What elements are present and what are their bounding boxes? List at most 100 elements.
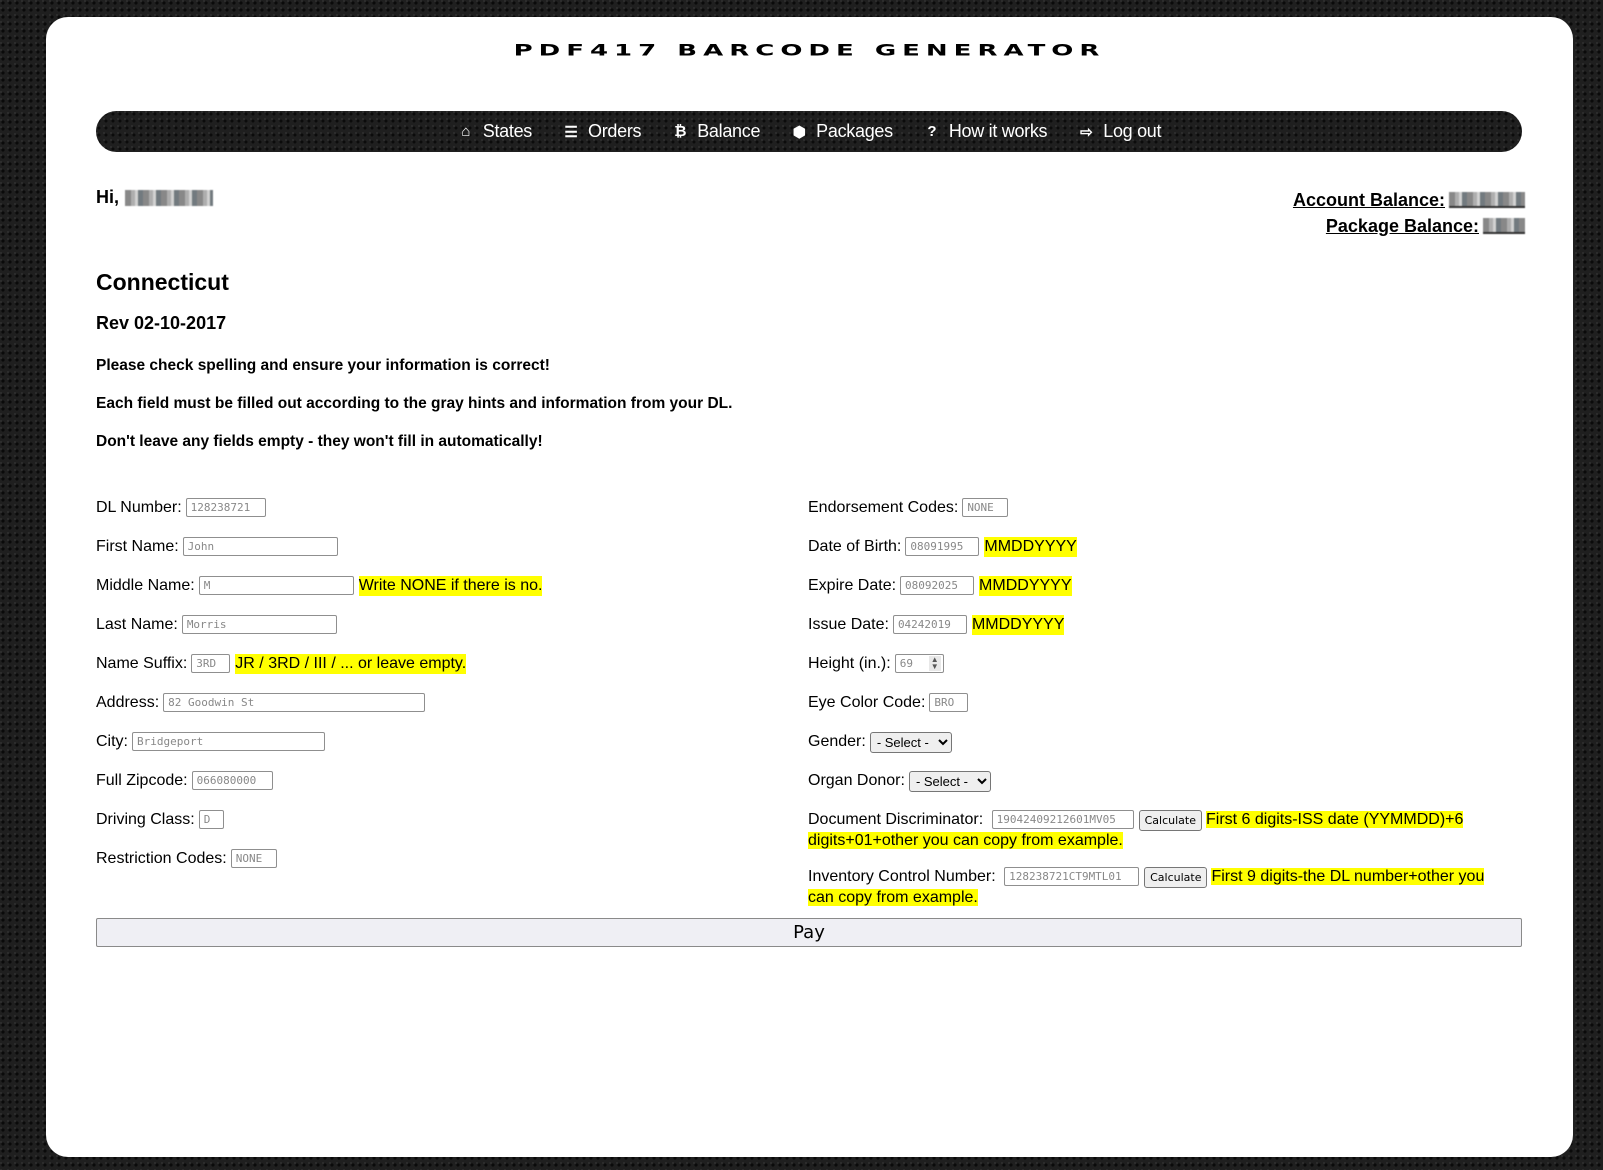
middle-name-hint: Write NONE if there is no. (358, 576, 543, 596)
driving-class-input[interactable] (198, 810, 224, 829)
field-city: City: (96, 732, 786, 771)
sign-out-icon: ⇨ (1080, 123, 1093, 141)
page-container: PDF417 Barcode Generator ⌂ States ☰ Orde… (46, 17, 1573, 1157)
address-label: Address: (96, 694, 160, 711)
first-name-input[interactable] (182, 537, 338, 556)
account-balance[interactable]: Account Balance: (1293, 187, 1525, 213)
field-height: Height (in.): ▲▼ (808, 654, 1488, 693)
middle-name-input[interactable] (198, 576, 354, 595)
eye-color-label: Eye Color Code: (808, 694, 926, 711)
driving-class-label: Driving Class: (96, 811, 195, 828)
dl-number-input[interactable] (185, 498, 266, 517)
dob-hint: MMDDYYYY (984, 537, 1077, 557)
user-greeting: Hi, (96, 187, 214, 208)
cube-icon: ⬢ (792, 123, 806, 141)
form-left-column: DL Number: First Name: Middle Name: Writ… (96, 498, 786, 888)
field-first-name: First Name: (96, 537, 786, 576)
field-expire-date: Expire Date: MMDDYYYY (808, 576, 1488, 615)
nav-label: Log out (1103, 121, 1162, 141)
nav-item-orders[interactable]: ☰ Orders (562, 121, 641, 142)
field-organ-donor: Organ Donor: - Select - (808, 771, 1488, 810)
organ-donor-label: Organ Donor: (808, 772, 905, 789)
nav-item-packages[interactable]: ⬢ Packages (790, 121, 893, 142)
nav-label: How it works (948, 121, 1048, 141)
issue-date-input[interactable] (892, 615, 967, 634)
eye-color-input[interactable] (929, 693, 969, 712)
calculate-discriminator-button[interactable]: Calculate (1138, 810, 1202, 831)
field-dob: Date of Birth: MMDDYYYY (808, 537, 1488, 576)
question-icon: ? (927, 123, 937, 140)
nav-item-how-it-works[interactable]: ? How it works (923, 121, 1047, 142)
address-input[interactable] (163, 693, 426, 712)
pay-button[interactable]: Pay (96, 918, 1522, 947)
state-title: Connecticut (96, 269, 229, 295)
issue-date-hint: MMDDYYYY (971, 615, 1065, 635)
city-label: City: (96, 733, 128, 750)
balances: Account Balance: Package Balance: (1293, 187, 1525, 239)
field-address: Address: (96, 693, 786, 732)
list-icon: ☰ (564, 123, 578, 141)
spinner-arrows-icon[interactable]: ▲ ▼ (928, 656, 941, 671)
nav-label: Packages (816, 121, 893, 141)
first-name-label: First Name: (96, 538, 179, 555)
document-discriminator-label: Document Discriminator: (808, 811, 984, 828)
organ-donor-select[interactable]: - Select - (908, 771, 991, 792)
package-balance-redacted (1483, 218, 1525, 234)
restriction-codes-input[interactable] (230, 849, 277, 868)
nav-item-states[interactable]: ⌂ States (457, 121, 532, 142)
dl-number-label: DL Number: (96, 499, 182, 516)
name-suffix-input[interactable] (191, 654, 231, 673)
height-stepper[interactable]: ▲▼ (894, 654, 944, 673)
notice-spelling: Please check spelling and ensure your in… (96, 357, 550, 374)
home-icon: ⌂ (461, 123, 471, 140)
nav-item-balance[interactable]: ₿ Balance (671, 121, 760, 142)
field-zipcode: Full Zipcode: (96, 771, 786, 810)
username-redacted (125, 189, 214, 206)
field-endorsement-codes: Endorsement Codes: (808, 498, 1488, 537)
field-name-suffix: Name Suffix: JR / 3RD / III / ... or lea… (96, 654, 786, 693)
field-issue-date: Issue Date: MMDDYYYY (808, 615, 1488, 654)
nav-item-log-out[interactable]: ⇨ Log out (1077, 121, 1161, 142)
calculate-inventory-button[interactable]: Calculate (1144, 867, 1208, 888)
expire-date-hint: MMDDYYYY (979, 576, 1072, 596)
nav-label: Balance (697, 121, 761, 141)
expire-date-label: Expire Date: (808, 577, 897, 594)
restriction-codes-label: Restriction Codes: (96, 850, 227, 867)
zipcode-label: Full Zipcode: (96, 772, 188, 789)
field-document-discriminator: Document Discriminator: CalculateFirst 6… (808, 810, 1488, 867)
middle-name-label: Middle Name: (96, 577, 195, 594)
nav-label: States (482, 121, 533, 141)
bitcoin-icon: ₿ (674, 123, 687, 140)
account-balance-redacted (1449, 192, 1525, 208)
site-logo: PDF417 Barcode Generator (513, 41, 1106, 60)
gender-label: Gender: (808, 733, 866, 750)
field-inventory-control: Inventory Control Number: CalculateFirst… (808, 867, 1488, 924)
field-eye-color: Eye Color Code: (808, 693, 1488, 732)
last-name-label: Last Name: (96, 616, 178, 633)
expire-date-input[interactable] (900, 576, 975, 595)
inventory-control-input[interactable] (1004, 867, 1140, 886)
field-middle-name: Middle Name: Write NONE if there is no. (96, 576, 786, 615)
main-nav: ⌂ States ☰ Orders ₿ Balance ⬢ Packages ?… (96, 111, 1522, 152)
name-suffix-label: Name Suffix: (96, 655, 188, 672)
endorsement-codes-input[interactable] (962, 498, 1009, 517)
city-input[interactable] (132, 732, 325, 751)
height-label: Height (in.): (808, 655, 891, 672)
field-dl-number: DL Number: (96, 498, 786, 537)
account-balance-label: Account Balance: (1292, 190, 1445, 210)
gender-select[interactable]: - Select - (869, 732, 952, 753)
endorsement-codes-label: Endorsement Codes: (808, 499, 959, 516)
greeting-text: Hi, (96, 187, 120, 207)
document-discriminator-input[interactable] (991, 810, 1134, 829)
dob-input[interactable] (905, 537, 980, 556)
revision-title: Rev 02-10-2017 (96, 313, 227, 333)
name-suffix-hint: JR / 3RD / III / ... or leave empty. (235, 654, 467, 674)
inventory-control-label: Inventory Control Number: (808, 868, 996, 885)
last-name-input[interactable] (181, 615, 337, 634)
field-last-name: Last Name: (96, 615, 786, 654)
package-balance[interactable]: Package Balance: (1293, 213, 1525, 239)
zipcode-input[interactable] (191, 771, 273, 790)
field-driving-class: Driving Class: (96, 810, 786, 849)
field-restriction-codes: Restriction Codes: (96, 849, 786, 888)
notice-no-empty: Don't leave any fields empty - they won'… (96, 433, 543, 450)
